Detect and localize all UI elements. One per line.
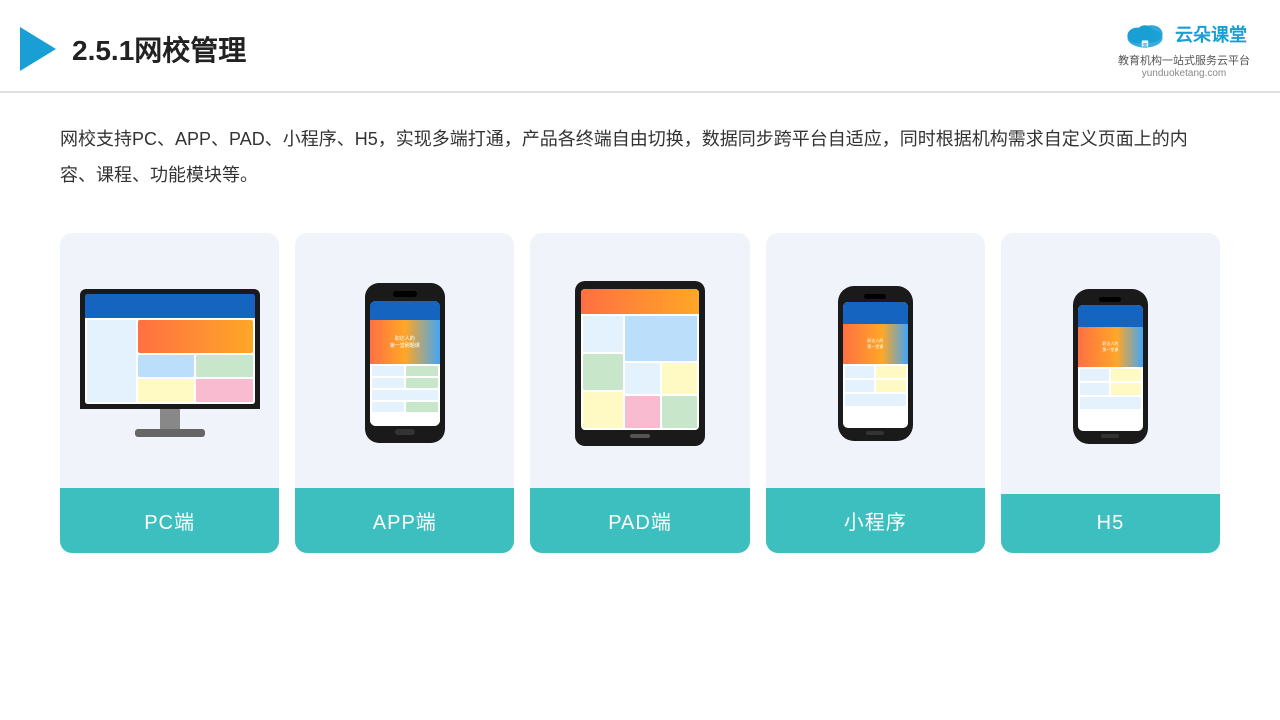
page-header: 2.5.1网校管理 云 云朵课堂 教育机构一站式服务云平台 yunduoketa…: [0, 0, 1280, 93]
card-app: 职达人的第一堂刷题课: [295, 233, 514, 553]
card-pad-image: [530, 233, 749, 488]
logo-cloud: 云 云朵课堂: [1121, 18, 1247, 50]
header-left: 2.5.1网校管理: [20, 27, 246, 71]
phone-home-button: [395, 429, 415, 435]
logo-url: yunduoketang.com: [1142, 68, 1227, 79]
miniphone-mockup-h5: 职达人的第一堂课: [1073, 289, 1148, 444]
card-pad: PAD端: [530, 233, 749, 553]
tablet-mockup-pad: [575, 281, 705, 446]
tablet-home-button: [630, 434, 650, 438]
card-pad-label: PAD端: [530, 488, 749, 553]
miniphone-mockup-mp: 职达人的第一堂课: [838, 286, 913, 441]
card-app-image: 职达人的第一堂刷题课: [295, 233, 514, 488]
logo-subtitle: 教育机构一站式服务云平台: [1118, 52, 1250, 68]
miniphone-notch-h5: [1099, 297, 1121, 302]
card-h5: 职达人的第一堂课: [1001, 233, 1220, 553]
miniphone-home-button: [866, 431, 884, 435]
miniphone-home-button-h5: [1101, 434, 1119, 438]
play-icon: [20, 27, 56, 71]
miniphone-notch: [864, 294, 886, 299]
description-text: 网校支持PC、APP、PAD、小程序、H5，实现多端打通，产品各终端自由切换，数…: [0, 93, 1280, 203]
pc-monitor-icon: [80, 289, 260, 437]
card-h5-image: 职达人的第一堂课: [1001, 233, 1220, 494]
miniphone-screen: 职达人的第一堂课: [843, 302, 908, 428]
cards-container: PC端 职达人的第一堂刷题课: [0, 213, 1280, 583]
tablet-screen: [581, 289, 699, 430]
card-miniprogram: 职达人的第一堂课: [766, 233, 985, 553]
logo-text: 云朵课堂: [1175, 21, 1247, 47]
card-pc: PC端: [60, 233, 279, 553]
card-pc-label: PC端: [60, 488, 279, 553]
card-miniprogram-image: 职达人的第一堂课: [766, 233, 985, 488]
miniphone-screen-h5: 职达人的第一堂课: [1078, 305, 1143, 431]
phone-screen: 职达人的第一堂刷题课: [370, 301, 440, 426]
cloud-logo-icon: 云: [1121, 18, 1169, 50]
phone-notch: [393, 291, 417, 297]
phone-mockup-app: 职达人的第一堂刷题课: [365, 283, 445, 443]
card-h5-label: H5: [1001, 494, 1220, 553]
card-pc-image: [60, 233, 279, 488]
card-miniprogram-label: 小程序: [766, 488, 985, 553]
page-title: 2.5.1网校管理: [72, 29, 246, 69]
logo-area: 云 云朵课堂 教育机构一站式服务云平台 yunduoketang.com: [1118, 18, 1250, 79]
card-app-label: APP端: [295, 488, 514, 553]
